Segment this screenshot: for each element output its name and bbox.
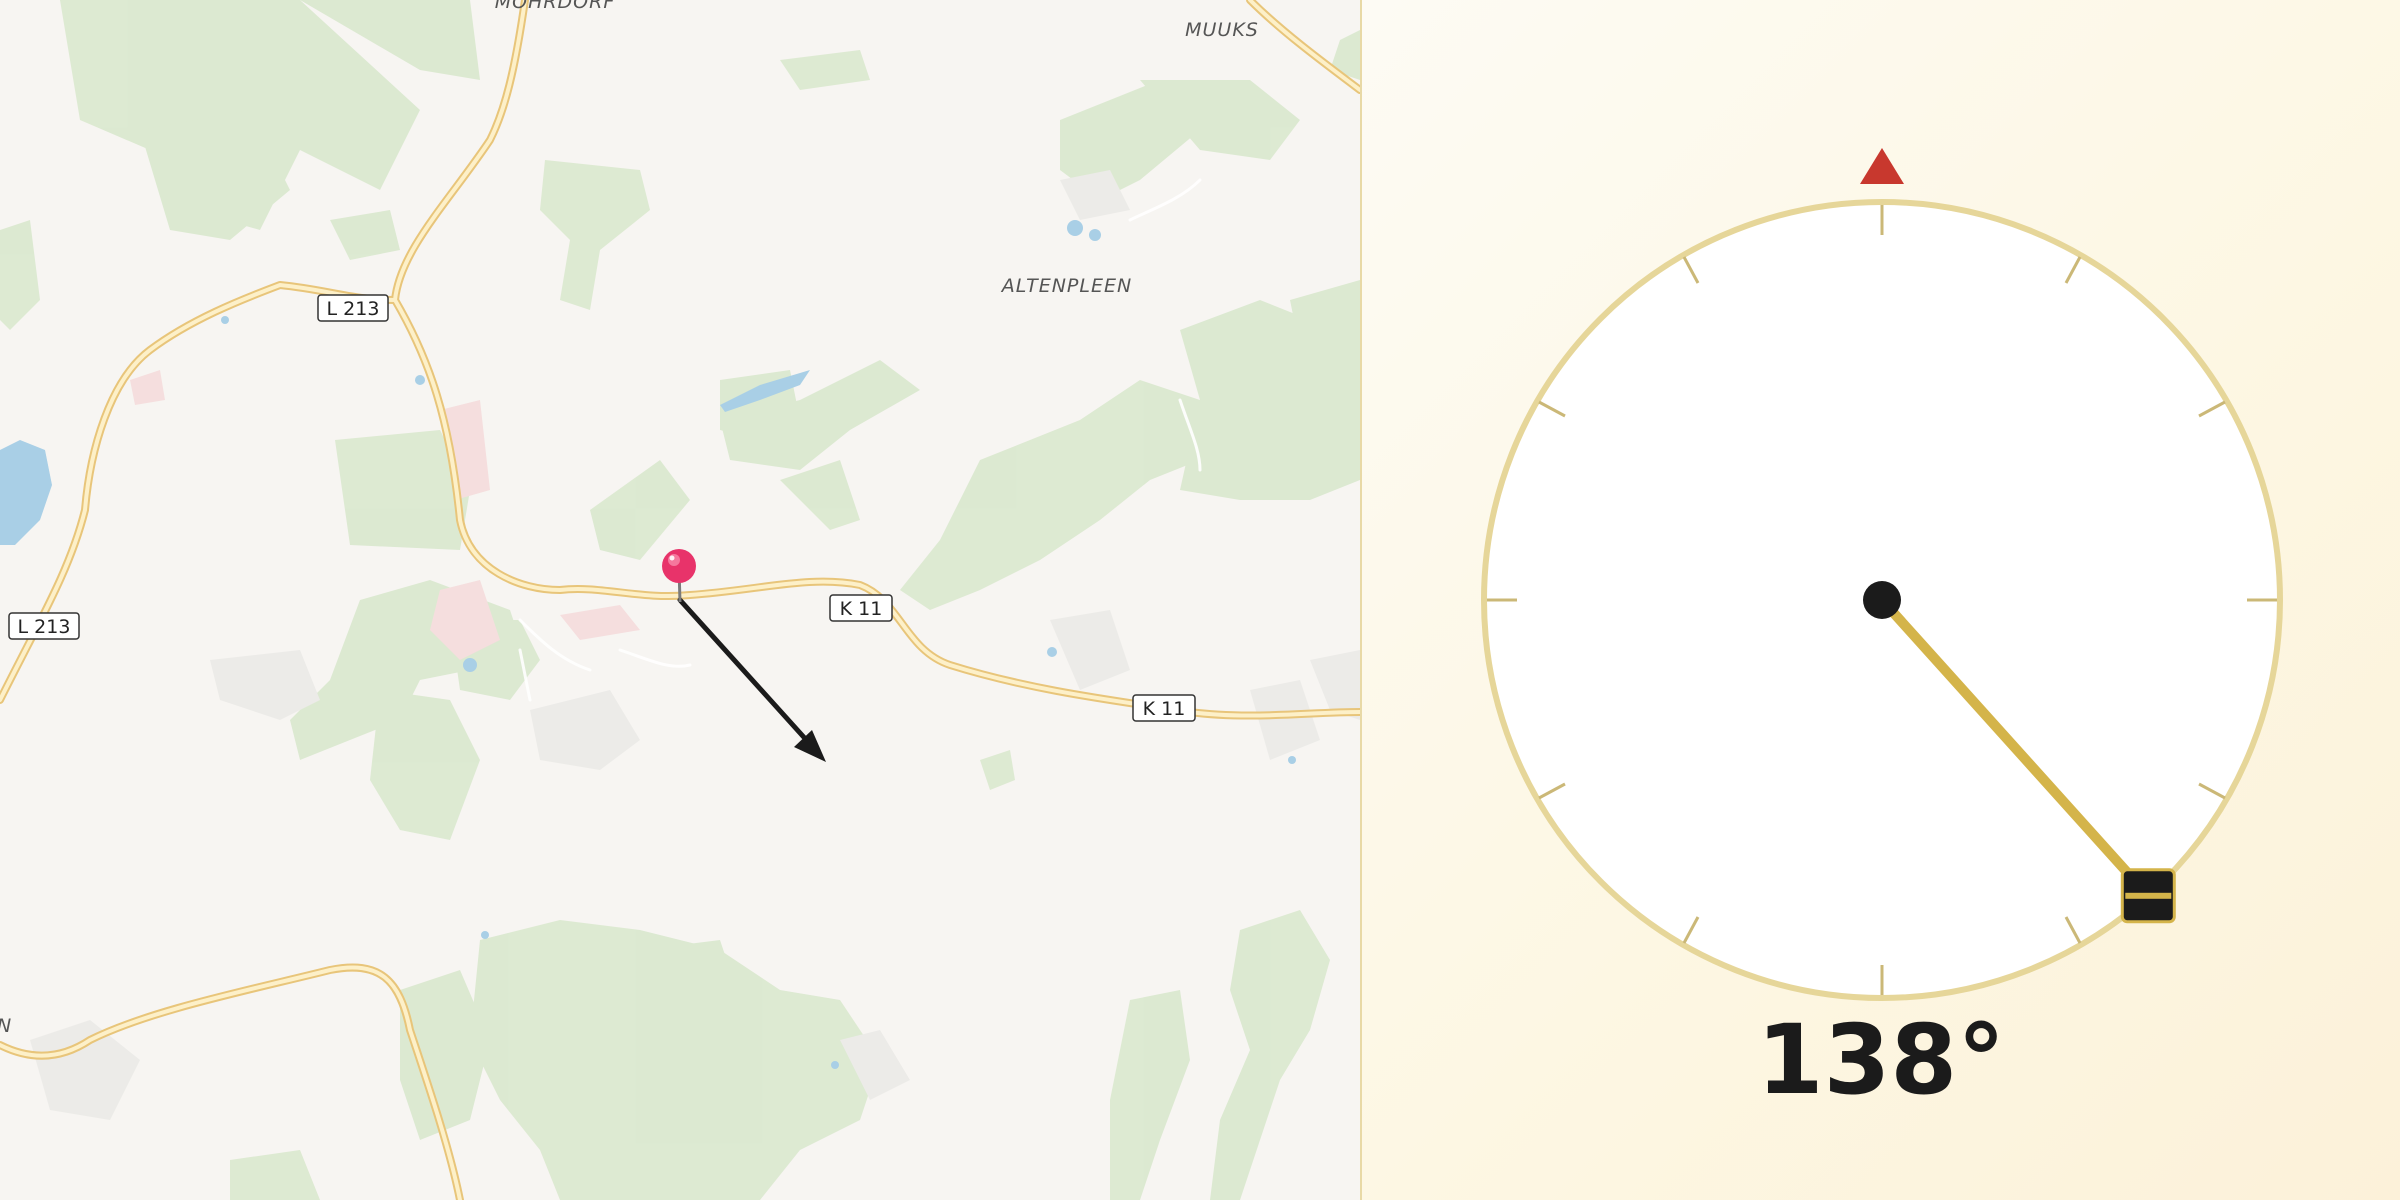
road-shield-label: K 11: [1143, 698, 1186, 720]
road-shield-k11-center: K 11: [829, 594, 893, 622]
map-canvas[interactable]: MOHRDORF MUUKS ALTENPLEEN N L 213 L 213 …: [0, 0, 1360, 1200]
road-shield-label: K 11: [840, 598, 883, 620]
edge-place-label: N: [0, 1015, 12, 1037]
road-shield-l213-north: L 213: [317, 294, 389, 322]
north-triangle-icon: [1860, 148, 1904, 184]
compass-hub: [1863, 581, 1901, 619]
compass-panel: 138°: [1362, 0, 2400, 1200]
direction-arrow-icon: [677, 597, 826, 762]
bearing-readout: 138°: [1756, 1004, 2006, 1116]
road-shield-label: L 213: [327, 298, 380, 320]
map-view[interactable]: MOHRDORF MUUKS ALTENPLEEN N L 213 L 213 …: [0, 0, 1360, 1200]
drag-handle-icon[interactable]: [2120, 868, 2176, 924]
road-shield-l213-west: L 213: [8, 612, 80, 640]
place-label-mohrdorf: MOHRDORF: [495, 0, 616, 13]
place-label-muuks: MUUKS: [1185, 19, 1259, 41]
road-shield-k11-east: K 11: [1132, 694, 1196, 722]
place-label-altenpleen: ALTENPLEEN: [1000, 275, 1132, 297]
road-shield-label: L 213: [18, 616, 71, 638]
